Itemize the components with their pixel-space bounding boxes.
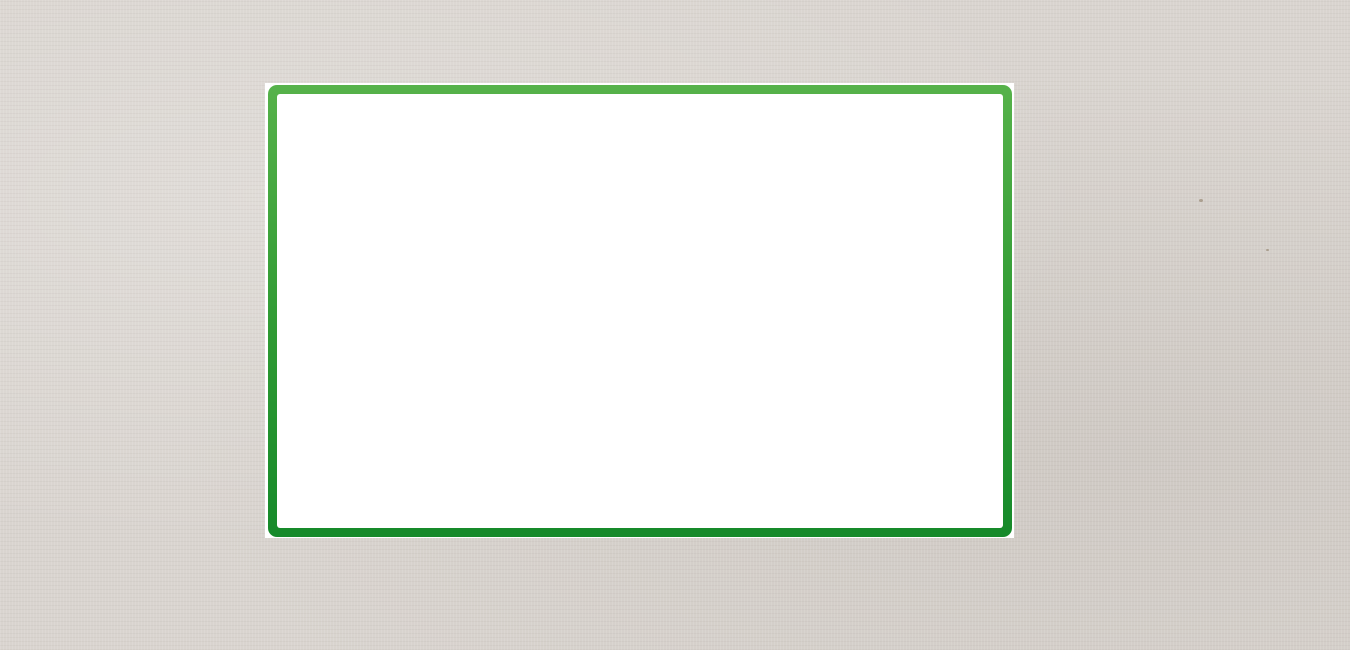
blank-content-panel xyxy=(268,85,1012,537)
panel-content-area xyxy=(277,94,1003,528)
background-speck xyxy=(1199,199,1203,202)
background-speck xyxy=(1266,249,1269,251)
